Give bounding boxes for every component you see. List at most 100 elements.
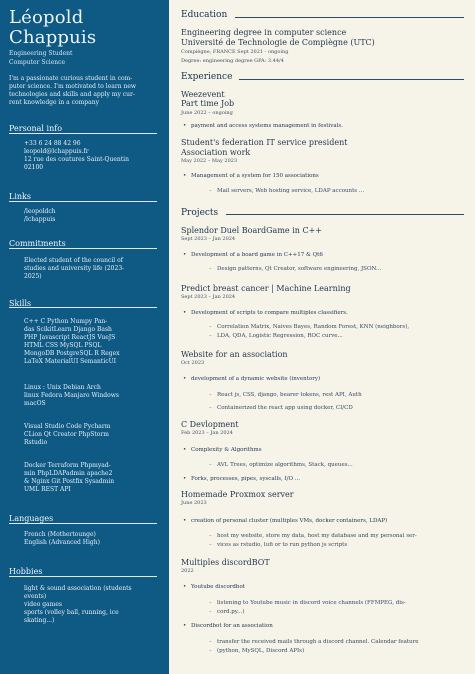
project-6-subitem-3: transfer the received mails through a di… xyxy=(209,639,418,646)
experience-1-subtitle: Part time Job xyxy=(181,99,235,108)
project-3-subitem-2: Containerized the react app using docker… xyxy=(209,405,353,412)
project-3-subitem-1: React js, CSS, django, bearer tokens, re… xyxy=(209,392,362,399)
project-5-date: June 2023 xyxy=(181,500,207,506)
project-4-title: C Devlopment xyxy=(181,420,239,429)
experience-1-bullet-1: payment and access systems management in… xyxy=(183,123,343,130)
phone-text: +33 6 24 88 42 96 xyxy=(24,140,81,147)
project-2-subitem-2: LDA, QDA, Logistic Regression, ROC curve… xyxy=(209,333,343,340)
hobby-2: events) xyxy=(24,593,47,600)
project-2-bullet-1: Development of scripts to compare multip… xyxy=(183,310,348,317)
project-1-bullet-1: Development of a board game in C++17 & Q… xyxy=(183,252,323,259)
project-1-title: Splendor Duel BoardGame in C++ xyxy=(181,226,322,235)
intro-line-1: I'm a passionate curious student in com- xyxy=(9,75,133,82)
project-6-subitem-1: listening to Youtube music in discord vo… xyxy=(209,600,406,607)
skills-group-1-line-2: das ScikitLearn Django Bash xyxy=(24,326,112,333)
project-6-bullet-2: Discordbot for an association xyxy=(183,623,273,630)
main-content: Education Engineering degree in computer… xyxy=(169,0,475,674)
skills-group-3-line-2: CLion Qt Creator PhpStorm xyxy=(24,431,109,438)
hobbies-divider xyxy=(9,576,157,577)
skills-group-1-line-3: PHP Javascript ReactJS VueJS xyxy=(24,334,116,341)
skills-group-2-line-1: Linux : Unix Debian Arch xyxy=(24,384,101,391)
skills-group-4-line-4: UML REST API xyxy=(24,486,71,493)
candidate-name: Léopold Chappuis xyxy=(9,8,96,48)
project-4-subitem-1: AVL Trees, optimize algorithms, Stack, q… xyxy=(209,462,353,469)
last-name: Chappuis xyxy=(9,27,97,48)
experience-2-subitem-1: Mail servers, Web hosting service, LDAP … xyxy=(209,188,364,195)
project-2-subitem-1: Correlation Matrix, Naives Bayes, Random… xyxy=(209,324,409,331)
subtitle-line-1: Engineering Student xyxy=(9,50,73,57)
skills-group-4-line-1: Docker Terraform Phpmyad- xyxy=(24,462,111,469)
projects-heading: Projects xyxy=(181,208,219,218)
language-2: English (Advanced High) xyxy=(24,539,100,546)
education-heading: Education xyxy=(181,10,228,20)
skills-group-4-line-2: min PhpLDAPadmin apache2 xyxy=(24,470,113,477)
commitment-line-3: 2025) xyxy=(24,273,42,280)
skills-group-1-line-4: HTML CSS MySQL PSQL xyxy=(24,342,102,349)
project-2-date: Sept 2023 – Jan 2024 xyxy=(181,294,236,300)
project-6-bullet-1: Youtube discordbot xyxy=(183,584,245,591)
intro-line-2: puter science. I'm motivated to learn ne… xyxy=(9,83,137,90)
first-name: Léopold xyxy=(9,7,84,28)
skills-group-2-line-3: macOS xyxy=(24,400,46,407)
link-1[interactable]: /leopoldch xyxy=(24,208,56,216)
education-meta-2: Degree: engineering degree GPA: 3.44/4 xyxy=(181,58,284,64)
project-3-title: Website for an association xyxy=(181,350,288,359)
project-6-title: Multiples discordBOT xyxy=(181,558,270,567)
project-1-date: Sept 2023 – Jan 2024 xyxy=(181,236,236,242)
commitments-divider xyxy=(9,248,157,249)
language-1: French (Mothertounge) xyxy=(24,531,96,538)
project-2-title: Predict breast cancer | Machine Learning xyxy=(181,284,351,293)
project-1-subitem-1: Design patterns, Qt Creator, software en… xyxy=(209,266,381,273)
intro-line-4: rent knowledge in a company xyxy=(9,99,99,106)
email-text: leopold@lchappuis.fr xyxy=(24,148,89,155)
skills-group-2-line-2: linux Fedora Manjaro Windows xyxy=(24,392,119,399)
project-3-date: Oct 2023 xyxy=(181,360,205,366)
link-2[interactable]: /lchappuis xyxy=(24,216,55,224)
project-4-bullet-2: Forks, processes, pipes, syscalls, I/O .… xyxy=(183,476,300,483)
skills-group-3-line-3: Rstudio xyxy=(24,439,48,446)
project-4-bullet-1: Complexity & Algorithms xyxy=(183,447,262,454)
project-5-subitem-2: vices as rstudio, lufi or to run python … xyxy=(209,542,347,549)
experience-2-subtitle: Association work xyxy=(181,148,251,157)
skills-group-1-line-6: LaTeX MaterialUI SemanticUI xyxy=(24,358,117,365)
project-5-title: Homemade Proxmox server xyxy=(181,490,294,499)
subtitle-line-2: Computer Science xyxy=(9,59,66,66)
education-divider xyxy=(235,17,464,18)
links-divider xyxy=(9,201,157,202)
skills-group-1-line-5: MongoDB PostgreSQL R Regex xyxy=(24,350,120,357)
commitment-line-1: Elected student of the council of xyxy=(24,257,123,264)
postcode-text: 02100 xyxy=(24,164,44,171)
skills-divider xyxy=(9,307,157,308)
left-sidebar: Léopold Chappuis Engineering Student Com… xyxy=(0,0,169,674)
project-4-date: Feb 2023 – Jan 2024 xyxy=(181,430,233,436)
personal-info-divider xyxy=(9,133,157,134)
education-meta-1: Compiègne, FRANCE Sept 2021 - ongoing xyxy=(181,49,289,55)
project-6-date: 2022 xyxy=(181,568,194,574)
hobby-3: video games xyxy=(24,601,62,608)
skills-group-1-line-1: C++ C Python Numpy Pan- xyxy=(24,318,108,325)
projects-divider xyxy=(226,214,464,215)
skills-group-4-line-3: & Nginx Git Postfix Sysadmin xyxy=(24,478,115,485)
education-title-1: Engineering degree in computer science xyxy=(181,28,347,37)
intro-line-3: technologies and skills and apply my cur… xyxy=(9,91,135,98)
commitment-line-2: studies and university life (2023- xyxy=(24,265,125,272)
experience-heading: Experience xyxy=(181,72,233,82)
skills-group-3-line-1: Visual Studio Code Pycharm xyxy=(24,423,111,430)
address-text: 12 rue des coutures Saint-Quentin xyxy=(24,156,129,163)
hobby-4: sports (volley ball, running, ice xyxy=(24,609,119,616)
project-5-bullet-1: creation of personal cluster (multiples … xyxy=(183,518,387,525)
experience-1-date: June 2022 – ongoing xyxy=(181,110,233,116)
project-3-bullet-1: development of a dynamic website (invent… xyxy=(183,376,320,383)
hobby-1: light & sound association (students xyxy=(24,585,132,592)
languages-divider xyxy=(9,523,157,524)
experience-2-date: May 2022 – May 2023 xyxy=(181,158,238,164)
education-title-2: Université de Technologie de Compiègne (… xyxy=(181,38,375,47)
resume-page: Léopold Chappuis Engineering Student Com… xyxy=(0,0,475,674)
hobby-5: skating...) xyxy=(24,617,55,624)
project-5-subitem-1: host my website, store my data, host my … xyxy=(209,533,417,540)
experience-divider xyxy=(239,79,464,80)
project-6-subitem-2: cord.py...) xyxy=(209,609,244,616)
experience-2-bullet-1: Management of a system for 150 associati… xyxy=(183,173,319,180)
experience-2-title: Student's federation IT service presiden… xyxy=(181,138,348,147)
project-6-subitem-4: (python, MySQL, Discord APIs) xyxy=(209,648,304,655)
